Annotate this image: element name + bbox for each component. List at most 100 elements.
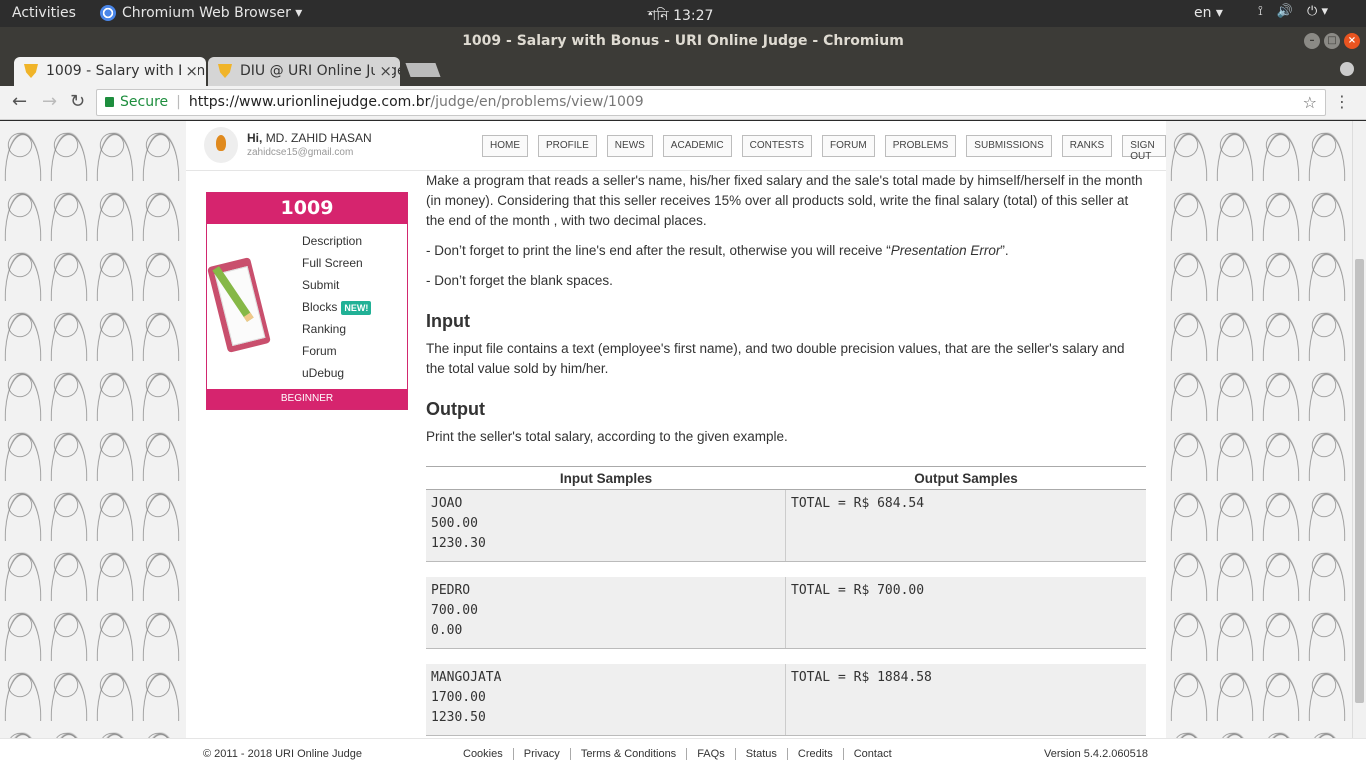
nav-contests[interactable]: CONTESTS	[741, 135, 813, 157]
power-icon: ⏻ ▾	[1307, 4, 1328, 19]
app-menu-label: Chromium Web Browser ▾	[122, 5, 303, 21]
url-host: https://www.urionlinejudge.com.br	[188, 94, 431, 110]
language-indicator[interactable]: en ▾	[1194, 5, 1223, 21]
site-footer: © 2011 - 2018 URI Online Judge Cookies P…	[0, 738, 1366, 768]
sample-row: PEDRO 700.00 0.00 TOTAL = R$ 700.00	[426, 577, 1146, 649]
maximize-button[interactable]: □	[1324, 33, 1340, 49]
sample-row: MANGOJATA 1700.00 1230.50 TOTAL = R$ 1884.…	[426, 664, 1146, 736]
footer-link-faqs[interactable]: FAQs	[687, 748, 736, 760]
sample-input: PEDRO 700.00 0.00	[426, 577, 786, 648]
footer-link-contact[interactable]: Contact	[844, 748, 902, 760]
network-icon: ⟟	[1258, 4, 1263, 19]
forward-icon[interactable]: →	[42, 91, 57, 112]
main-content: Hi, MD. ZAHID HASAN zahidcse15@gmail.com…	[186, 121, 1166, 768]
nav-submissions[interactable]: SUBMISSIONS	[966, 135, 1052, 157]
new-tab-button[interactable]	[405, 63, 441, 77]
nav-profile[interactable]: PROFILE	[538, 135, 597, 157]
browser-toolbar: ← → ↻ Secure | https://www.urionlinejudge.…	[0, 86, 1366, 120]
avatar[interactable]	[204, 127, 238, 163]
menu-forum[interactable]: Forum	[302, 340, 371, 362]
new-badge: NEW!	[341, 301, 372, 315]
sample-input: JOAO 500.00 1230.30	[426, 490, 786, 561]
minimize-button[interactable]: –	[1304, 33, 1320, 49]
nav-news[interactable]: NEWS	[606, 135, 653, 157]
user-email: zahidcse15@gmail.com	[247, 147, 354, 158]
footer-link-privacy[interactable]: Privacy	[514, 748, 571, 760]
input-heading: Input	[426, 311, 470, 331]
sample-output: TOTAL = R$ 684.54	[791, 496, 925, 511]
problem-number: 1009	[207, 193, 407, 224]
output-description: Print the seller's total salary, accordi…	[426, 429, 788, 444]
footer-link-cookies[interactable]: Cookies	[463, 748, 514, 760]
menu-full-screen[interactable]: Full Screen	[302, 252, 371, 274]
sample-input: MANGOJATA 1700.00 1230.50	[426, 664, 786, 735]
chromium-icon	[100, 5, 116, 21]
nav-ranks[interactable]: RANKS	[1061, 135, 1113, 157]
back-icon[interactable]: ←	[12, 91, 27, 112]
statement-paragraph: Make a program that reads a seller's nam…	[426, 173, 1143, 228]
nav-home[interactable]: HOME	[482, 135, 528, 157]
copyright: © 2011 - 2018 URI Online Judge	[203, 748, 362, 760]
tab-diu-uri[interactable]: DIU @ URI Online Judge ×	[208, 57, 400, 86]
tab-strip: 1009 - Salary with Bonus × DIU @ URI Onl…	[0, 55, 1366, 86]
main-nav: HOME PROFILE NEWS ACADEMIC CONTESTS FORU…	[482, 135, 1166, 162]
user-greeting: Hi, MD. ZAHID HASAN	[247, 131, 372, 145]
nav-forum[interactable]: FORUM	[822, 135, 875, 157]
sample-output: TOTAL = R$ 1884.58	[791, 670, 932, 685]
footer-link-credits[interactable]: Credits	[788, 748, 844, 760]
footer-link-status[interactable]: Status	[736, 748, 788, 760]
reload-icon[interactable]: ↻	[70, 91, 85, 112]
menu-ranking[interactable]: Ranking	[302, 318, 371, 340]
menu-blocks-label: Blocks	[302, 300, 338, 314]
footer-link-terms[interactable]: Terms & Conditions	[571, 748, 688, 760]
nav-sign-out[interactable]: SIGN OUT	[1122, 135, 1166, 162]
problem-card: 1009 Description Full Screen Submit Bloc…	[206, 192, 408, 410]
clock[interactable]: শনি 13:27	[648, 4, 713, 28]
page-scrollbar[interactable]	[1352, 121, 1366, 768]
difficulty-level: BEGINNER	[207, 389, 407, 409]
uri-favicon-icon	[218, 64, 232, 78]
bookmark-star-icon[interactable]: ☆	[1303, 90, 1317, 115]
input-description: The input file contains a text (employee…	[426, 341, 1125, 376]
menu-description[interactable]: Description	[302, 230, 371, 252]
tab-close-icon[interactable]: ×	[375, 62, 392, 80]
app-menu[interactable]: Chromium Web Browser ▾	[100, 5, 302, 21]
window-title-bar: 1009 - Salary with Bonus - URI Online Ju…	[0, 27, 1366, 55]
nav-problems[interactable]: PROBLEMS	[884, 135, 957, 157]
menu-submit[interactable]: Submit	[302, 274, 371, 296]
background-pattern	[0, 121, 186, 768]
problem-menu: Description Full Screen Submit Blocks NEW…	[302, 230, 372, 384]
close-window-button[interactable]: ×	[1344, 33, 1360, 49]
user-name: MD. ZAHID HASAN	[265, 131, 372, 145]
sample-output: TOTAL = R$ 700.00	[791, 583, 925, 598]
lock-icon	[105, 97, 114, 107]
statement-note-spaces: - Don’t forget the blank spaces.	[426, 273, 613, 288]
web-page: Hi, MD. ZAHID HASAN zahidcse15@gmail.com…	[0, 121, 1366, 768]
nav-academic[interactable]: ACADEMIC	[662, 135, 732, 157]
sample-row: JOAO 500.00 1230.30 TOTAL = R$ 684.54	[426, 490, 1146, 562]
footer-links: Cookies Privacy Terms & Conditions FAQs …	[463, 748, 902, 760]
os-top-bar: Activities Chromium Web Browser ▾ শনি 13…	[0, 0, 1366, 27]
activities-button[interactable]: Activities	[12, 5, 76, 21]
output-samples-header: Output Samples	[914, 471, 1018, 486]
tab-salary-with-bonus[interactable]: 1009 - Salary with Bonus ×	[14, 57, 206, 86]
profile-icon[interactable]	[1340, 62, 1354, 76]
tab-close-icon[interactable]: ×	[181, 62, 198, 80]
browser-menu-icon[interactable]: ⋮	[1334, 92, 1350, 111]
input-samples-header: Input Samples	[559, 471, 653, 486]
clipboard-icon	[207, 255, 277, 355]
address-bar[interactable]: Secure | https://www.urionlinejudge.com.br…	[96, 89, 1326, 116]
scrollbar-thumb[interactable]	[1355, 259, 1364, 703]
output-heading: Output	[426, 399, 485, 419]
system-tray[interactable]: ⟟ 🔊 ⏻ ▾	[1258, 4, 1328, 19]
menu-blocks[interactable]: Blocks NEW!	[302, 296, 372, 318]
presentation-error-text: Presentation Error	[890, 243, 1001, 258]
menu-udebug[interactable]: uDebug	[302, 362, 371, 384]
volume-icon: 🔊	[1276, 4, 1294, 19]
address-separator: |	[176, 94, 181, 110]
url-path: /judge/en/problems/view/1009	[430, 94, 644, 110]
greeting-text: Hi,	[247, 131, 263, 145]
samples-header: Input Samples Output Samples	[426, 466, 1146, 490]
samples-table: Input Samples Output Samples JOAO 500.00 1…	[426, 466, 1146, 751]
uri-favicon-icon	[24, 64, 38, 78]
